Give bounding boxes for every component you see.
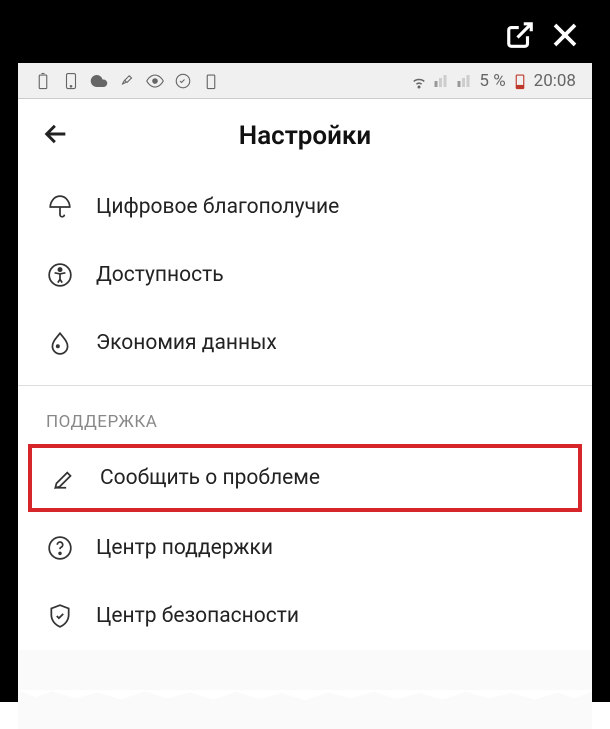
device-frame: 5 % 20:08 Настройки [0,0,610,702]
signal-icon [433,72,451,90]
close-icon[interactable] [550,20,580,54]
header: Настройки [18,99,592,173]
sync-icon [174,72,192,90]
back-button[interactable] [42,120,70,152]
accessibility-icon [46,261,74,289]
app-content: Настройки Цифровое благополучие [18,99,592,650]
shield-icon [46,602,74,630]
brush-icon [118,72,136,90]
divider [18,385,592,386]
battery-low-icon [202,72,220,90]
phone-icon [62,72,80,90]
wifi-icon [410,72,428,90]
umbrella-icon [46,193,74,221]
drop-icon [46,329,74,357]
frame-controls [505,20,580,54]
status-bar: 5 % 20:08 [18,63,592,99]
pencil-icon [50,464,78,492]
menu-label: Доступность [96,263,224,287]
menu-item-report-problem[interactable]: Сообщить о проблеме [28,444,582,512]
signal2-icon [456,72,474,90]
eye-icon [146,72,164,90]
menu-label: Сообщить о проблеме [100,466,320,490]
cloud-icon [90,72,108,90]
clock-time: 20:08 [534,71,576,91]
menu-label: Цифровое благополучие [96,195,339,219]
menu-label: Центр безопасности [96,604,299,628]
menu-item-help-center[interactable]: Центр поддержки [18,514,592,582]
battery-percent: 5 % [479,71,505,91]
battery-icon [511,72,529,90]
screen: 5 % 20:08 Настройки [18,63,592,729]
menu-label: Центр поддержки [96,536,273,560]
menu-item-accessibility[interactable]: Доступность [18,241,592,309]
menu-item-security-center[interactable]: Центр безопасности [18,582,592,650]
menu-item-data-saver[interactable]: Экономия данных [18,309,592,377]
section-header-support: ПОДДЕРЖКА [18,394,592,442]
battery-status-icon [34,72,52,90]
page-title: Настройки [38,121,572,151]
status-left [34,72,220,90]
open-external-icon[interactable] [505,20,535,54]
menu-label: Экономия данных [96,331,277,355]
menu-item-digital-wellbeing[interactable]: Цифровое благополучие [18,173,592,241]
question-icon [46,534,74,562]
status-right: 5 % 20:08 [410,71,576,91]
